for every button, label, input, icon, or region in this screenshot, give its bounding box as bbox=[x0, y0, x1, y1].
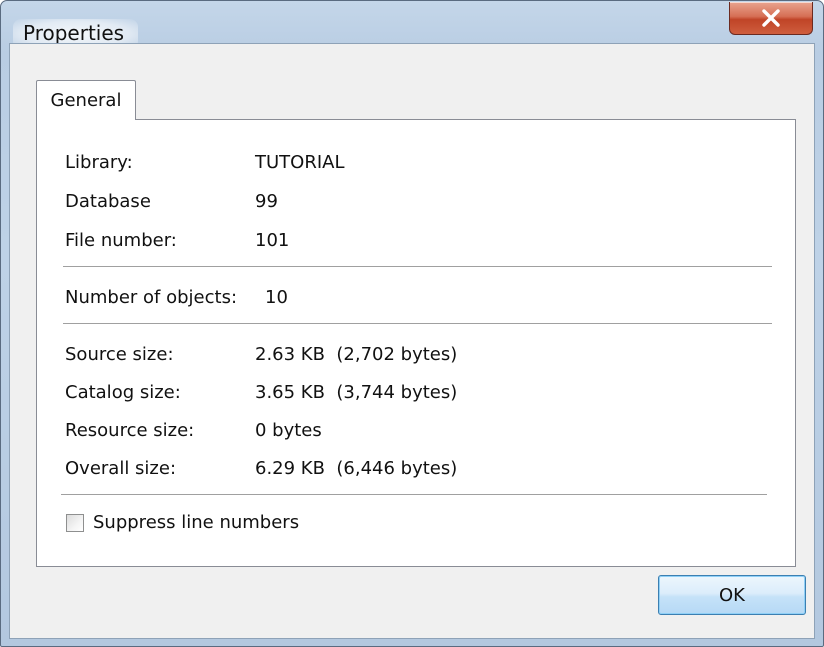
source-size-value: 2.63 KB (2,702 bytes) bbox=[255, 344, 458, 365]
close-button[interactable] bbox=[729, 2, 813, 35]
number-of-objects-value: 10 bbox=[265, 287, 288, 308]
source-size-label: Source size: bbox=[65, 344, 174, 365]
database-value: 99 bbox=[255, 191, 278, 212]
general-tab-panel: Library: TUTORIAL Database 99 File numbe… bbox=[36, 119, 796, 567]
resource-size-label: Resource size: bbox=[65, 420, 195, 441]
close-icon bbox=[761, 9, 781, 27]
tab-general-label: General bbox=[50, 90, 122, 111]
file-number-value: 101 bbox=[255, 230, 290, 251]
suppress-line-numbers-checkbox[interactable] bbox=[66, 514, 84, 532]
number-of-objects-label: Number of objects: bbox=[65, 287, 238, 308]
suppress-line-numbers-label[interactable]: Suppress line numbers bbox=[93, 512, 299, 533]
catalog-size-label: Catalog size: bbox=[65, 382, 181, 403]
overall-size-label: Overall size: bbox=[65, 458, 177, 479]
catalog-size-value: 3.65 KB (3,744 bytes) bbox=[255, 382, 458, 403]
tab-general[interactable]: General bbox=[36, 80, 136, 120]
dialog-body: General Library: TUTORIAL Database 99 Fi… bbox=[9, 43, 815, 639]
resource-size-value: 0 bytes bbox=[255, 420, 322, 441]
library-label: Library: bbox=[65, 152, 133, 173]
library-value: TUTORIAL bbox=[255, 152, 345, 173]
properties-dialog: Properties General Library: TUTORIAL Dat… bbox=[0, 0, 824, 647]
separator-2 bbox=[63, 323, 772, 324]
file-number-label: File number: bbox=[65, 230, 177, 251]
separator-1 bbox=[63, 266, 772, 267]
separator-3 bbox=[61, 494, 767, 495]
database-label: Database bbox=[65, 191, 151, 212]
ok-button[interactable]: OK bbox=[658, 575, 806, 615]
overall-size-value: 6.29 KB (6,446 bytes) bbox=[255, 458, 458, 479]
